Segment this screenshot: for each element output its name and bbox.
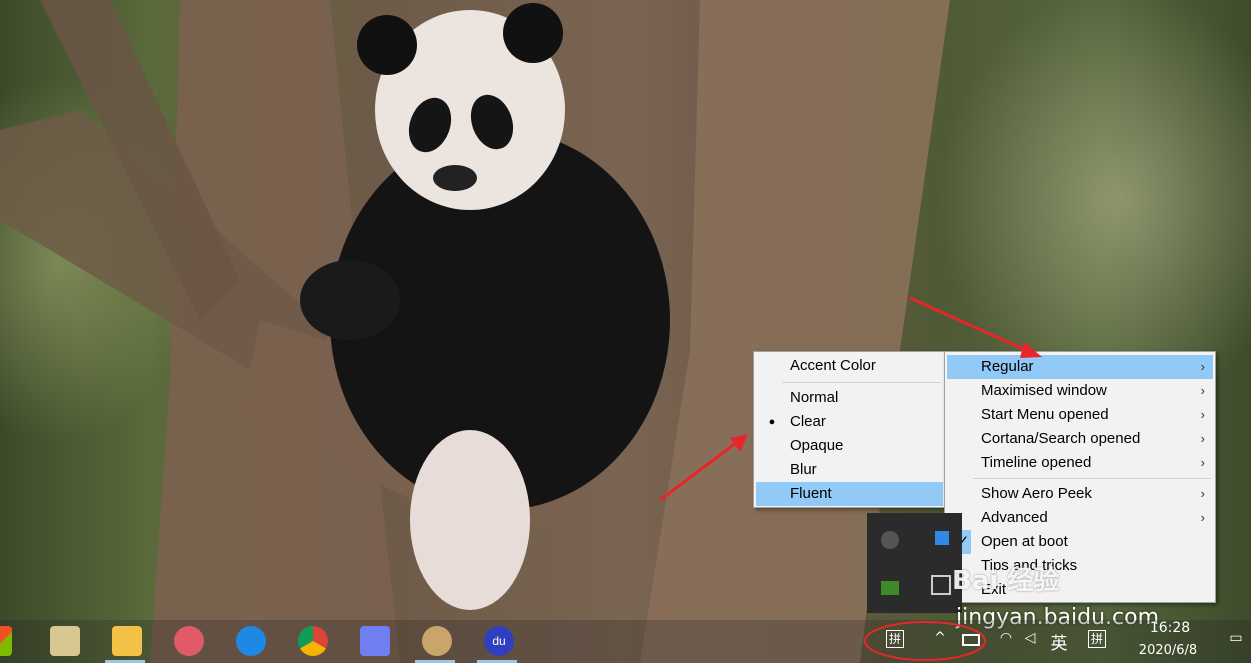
menu-item-label: Blur [790,461,817,478]
snipping-tool-icon[interactable] [174,626,204,656]
menu-item-timeline-opened[interactable]: Timeline opened › [947,451,1213,475]
chevron-right-icon: › [1200,455,1205,470]
menu-item-label: Opaque [790,437,844,454]
chevron-right-icon: › [1200,383,1205,398]
menu-item-label: Fluent [790,485,832,502]
language-indicator[interactable]: 英 [1048,629,1070,654]
menu-item-label: Maximised window [981,382,1107,399]
baidu-icon[interactable]: du [484,626,514,656]
menu-item-label: Regular [981,358,1034,375]
ime-icon[interactable]: 拼 [886,630,904,648]
accent-color-menu: Accent Color Normal ● Clear Opaque Blur … [753,351,946,508]
accent-color-header: Accent Color [756,354,943,378]
taskbar: du 拼 ^ ◠ ◁ 英 拼 ▭ [0,620,1251,663]
chevron-right-icon: › [1200,486,1205,501]
menu-item-clear[interactable]: ● Clear [756,410,943,434]
wifi-icon[interactable]: ◠ [996,630,1016,646]
bullet-icon: ● [768,416,776,428]
notepad-icon[interactable] [50,626,80,656]
battery-icon[interactable] [962,634,980,646]
menu-item-label: Timeline opened [981,454,1092,471]
show-hidden-icons-chevron[interactable]: ^ [932,630,948,646]
menu-item-show-aero-peek[interactable]: Show Aero Peek › [947,482,1213,506]
menu-item-label: Cortana/Search opened [981,430,1141,447]
menu-item-advanced[interactable]: Advanced › [947,506,1213,530]
app-tray-icon[interactable] [931,575,951,595]
menu-item-label: Clear [790,413,826,430]
paint-icon[interactable] [422,626,452,656]
app-tray-icon[interactable] [935,531,949,545]
action-center-icon[interactable]: ▭ [1226,630,1246,646]
menu-item-cortana-search-opened[interactable]: Cortana/Search opened › [947,427,1213,451]
accent-color-header-label: Accent Color [790,357,876,374]
feishu-icon[interactable] [360,626,390,656]
edge-icon[interactable] [236,626,266,656]
app-tray-icon[interactable] [881,531,899,549]
nvidia-icon[interactable] [881,581,899,595]
menu-item-label: Show Aero Peek [981,485,1092,502]
chevron-right-icon: › [1200,431,1205,446]
menu-item-opaque[interactable]: Opaque [756,434,943,458]
clock-date[interactable]: 2020/6/8 [1128,643,1208,658]
menu-item-start-menu-opened[interactable]: Start Menu opened › [947,403,1213,427]
menu-item-maximised-window[interactable]: Maximised window › [947,379,1213,403]
ime-mode-icon[interactable]: 拼 [1088,630,1106,648]
menu-item-regular[interactable]: Regular › [947,355,1213,379]
chevron-right-icon: › [1200,359,1205,374]
menu-item-normal[interactable]: Normal [756,386,943,410]
menu-item-open-at-boot[interactable]: ✓ Open at boot [947,530,1213,554]
menu-item-fluent[interactable]: Fluent [756,482,943,506]
menu-item-label: Normal [790,389,839,406]
menu-item-label: Start Menu opened [981,406,1109,423]
menu-item-blur[interactable]: Blur [756,458,943,482]
chevron-right-icon: › [1200,510,1205,525]
menu-separator [782,382,941,383]
chrome-icon[interactable] [298,626,328,656]
tray-overflow-flyout [867,513,962,613]
watermark-brand: Bai 经验 [952,566,1060,596]
baidu-icon-label: du [492,634,506,648]
windows-icon[interactable] [0,626,12,656]
clock-time[interactable]: 16:28 [1140,620,1200,636]
chevron-right-icon: › [1200,407,1205,422]
menu-separator [973,478,1211,479]
volume-icon[interactable]: ◁ [1020,630,1040,646]
menu-item-label: Open at boot [981,533,1068,550]
menu-item-label: Advanced [981,509,1048,526]
file-explorer-icon[interactable] [112,626,142,656]
